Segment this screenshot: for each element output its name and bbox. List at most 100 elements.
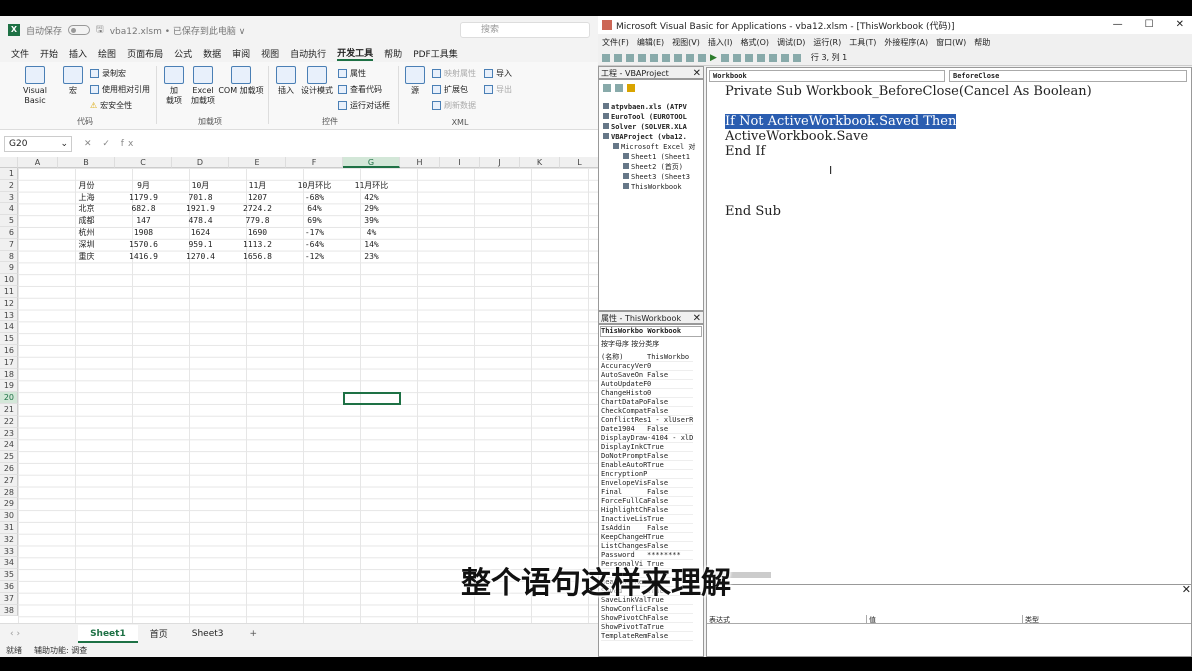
table-cell[interactable]: 11月环比 [343,180,400,192]
property-row[interactable]: DisplayDraw-4104 - xlD [601,434,693,443]
property-row[interactable]: HighlightChFalse [601,506,693,515]
row-header[interactable]: 25 [0,451,18,463]
column-header[interactable]: H [400,157,440,168]
column-header[interactable]: G [343,157,400,168]
table-cell[interactable]: 147 [115,215,172,227]
property-row[interactable]: CheckCompatFalse [601,407,693,416]
vbe-menu-item[interactable]: 工具(T) [849,37,876,48]
sheet-tab[interactable]: 首页 [138,627,180,640]
code-line[interactable]: End Sub [725,204,781,219]
table-cell[interactable]: 1921.9 [172,203,229,215]
property-row[interactable]: TemplateRemFalse [601,632,693,641]
property-value[interactable]: 1 - xlUserR [647,416,693,425]
table-cell[interactable]: 月份 [58,180,115,192]
table-cell[interactable]: -68% [286,192,343,204]
property-value[interactable]: 0 [647,389,693,398]
property-row[interactable]: KeepChangeHTrue [601,533,693,542]
column-header[interactable]: L [560,157,598,168]
table-cell[interactable]: 1690 [229,227,286,239]
property-row[interactable]: AutoSaveOn False [601,371,693,380]
table-cell[interactable]: 779.8 [229,215,286,227]
code-line[interactable]: If Not ActiveWorkbook.Saved Then [725,114,957,129]
table-cell[interactable]: 成都 [58,215,115,227]
toolbox-icon[interactable] [792,53,801,62]
menu-item[interactable]: 绘图 [98,47,116,60]
reset-icon[interactable] [732,53,741,62]
row-header[interactable]: 18 [0,368,18,381]
table-cell[interactable]: 701.8 [172,192,229,204]
vbe-menu-item[interactable]: 窗口(W) [936,37,966,48]
copy-icon[interactable] [650,53,658,62]
redo-icon[interactable] [698,53,706,62]
property-value[interactable]: False [647,479,693,488]
vbe-menu-item[interactable]: 视图(V) [672,37,700,48]
column-header[interactable]: K [520,157,560,168]
tab-scroll-arrows[interactable]: ‹ › [0,629,30,639]
design-mode-button[interactable]: 设计模式 [300,66,334,96]
export-button[interactable]: 导出 [484,84,512,95]
row-header[interactable]: 3 [0,191,18,204]
vbe-menu-item[interactable]: 帮助 [974,37,990,48]
table-cell[interactable]: 64% [286,203,343,215]
add-sheet-button[interactable]: + [236,629,272,639]
vbe-menu-item[interactable]: 格式(O) [740,37,769,48]
row-header[interactable]: 6 [0,227,18,239]
run-dialog-button[interactable]: 运行对话框 [338,100,390,111]
relative-ref-button[interactable]: 使用相对引用 [90,84,150,95]
source-button[interactable]: 源 [404,66,426,96]
table-cell[interactable]: 14% [343,239,400,251]
excel-view-icon[interactable] [602,53,610,62]
property-row[interactable]: IsAddin False [601,524,693,533]
vbe-menu-item[interactable]: 文件(F) [602,37,629,48]
object-combo[interactable]: Workbook [709,70,945,82]
vbe-menu-item[interactable]: 调试(D) [777,37,805,48]
vbe-menu-item[interactable]: 插入(I) [708,37,733,48]
selected-cell[interactable] [343,392,401,406]
search-box[interactable]: 搜索 [460,22,590,38]
row-header[interactable]: 8 [0,250,18,263]
tree-item[interactable]: Sheet3 (Sheet3 [623,172,690,182]
row-header[interactable]: 13 [0,309,18,322]
property-row[interactable]: AutoUpdateFr0 [601,380,693,389]
table-cell[interactable]: 69% [286,215,343,227]
table-cell[interactable]: 深圳 [58,239,115,251]
find-icon[interactable] [674,53,682,62]
tree-item[interactable]: ThisWorkbook [623,182,682,192]
macro-security-button[interactable]: ⚠ 宏安全性 [90,100,132,111]
property-row[interactable]: EnableAutoReTrue [601,461,693,470]
column-header[interactable]: J [480,157,520,168]
name-box[interactable]: G20 ⌄ [4,136,72,152]
minimize-button[interactable]: — [1113,19,1123,30]
props-object-select[interactable]: ThisWorkbo Workbook [600,326,702,337]
paste-icon[interactable] [662,53,670,62]
design-mode-icon[interactable] [744,53,753,62]
column-header[interactable]: I [440,157,480,168]
row-header[interactable]: 21 [0,404,18,416]
visual-basic-button[interactable]: Visual Basic [12,66,58,106]
row-header[interactable]: 30 [0,510,18,522]
row-header[interactable]: 38 [0,604,18,617]
menu-item[interactable]: 自动执行 [290,47,326,60]
property-value[interactable]: False [647,398,693,407]
table-cell[interactable]: 2724.2 [229,203,286,215]
row-header[interactable]: 28 [0,486,18,499]
addins-button[interactable]: 加 载项 [162,66,186,106]
macros-button[interactable]: 宏 [62,66,84,96]
table-cell[interactable]: 1113.2 [229,239,286,251]
property-value[interactable]: True [647,515,693,524]
property-value[interactable]: True [647,623,693,632]
table-cell[interactable]: 4% [343,227,400,239]
table-cell[interactable]: 1416.9 [115,251,172,263]
property-row[interactable]: ShowConflictFalse [601,605,693,614]
spreadsheet-grid[interactable]: A B C D E F G H I J K L 1 2 3 4 5 6 7 8 9 10 11 12 13 14 15 16 17 18 1… [0,157,598,623]
menu-item[interactable]: PDF工具集 [413,47,458,60]
table-cell[interactable]: 上海 [58,192,115,204]
row-header[interactable]: 22 [0,415,18,428]
property-row[interactable]: Date1904 False [601,425,693,434]
table-cell[interactable]: 1908 [115,227,172,239]
property-value[interactable]: False [647,614,693,623]
tree-item[interactable]: Sheet2 (首页) [623,162,683,172]
table-cell[interactable]: 10月环比 [286,180,343,192]
row-header[interactable]: 27 [0,474,18,487]
row-header[interactable]: 31 [0,522,18,534]
